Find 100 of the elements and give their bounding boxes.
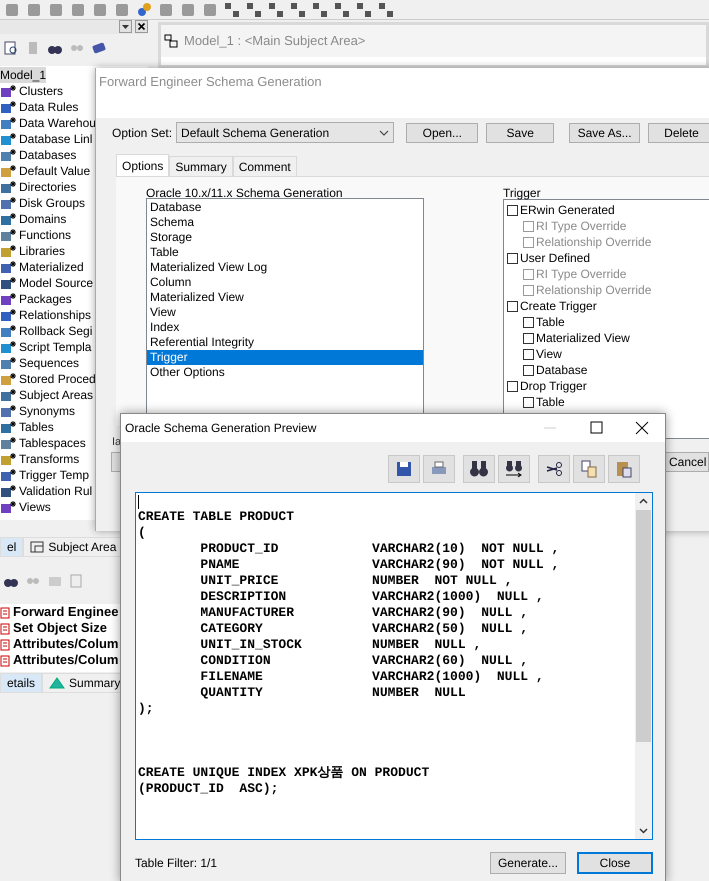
list-item[interactable]: Referential Integrity: [147, 335, 423, 350]
dialog-button[interactable]: Delete: [648, 122, 709, 142]
tree-item[interactable]: Subject Areas: [0, 387, 94, 403]
tree-item[interactable]: Model Source: [0, 275, 94, 291]
checkbox[interactable]: ERwin Generated: [507, 202, 709, 218]
tree-item[interactable]: Database Linl: [0, 131, 92, 147]
object-icon: [0, 388, 16, 402]
code-editor[interactable]: [135, 492, 653, 840]
grid-icon[interactable]: [224, 2, 240, 18]
list-item[interactable]: Table: [147, 245, 423, 260]
print-button[interactable]: [423, 455, 455, 483]
list-item[interactable]: Trigger: [147, 350, 423, 365]
tab[interactable]: el: [0, 537, 24, 557]
field-label: Option Set:: [112, 124, 172, 142]
tree-item[interactable]: Rollback Segi: [0, 323, 92, 339]
tree-item[interactable]: Transforms: [0, 451, 80, 467]
triangle-icon: [49, 677, 66, 689]
object-icon: [0, 212, 16, 226]
tree-item[interactable]: Directories: [0, 179, 76, 195]
shapes-icon[interactable]: [136, 2, 152, 18]
object-icon: [0, 84, 16, 98]
dialog-button[interactable]: Save As...: [569, 122, 640, 142]
list-item[interactable]: Schema: [147, 215, 423, 230]
tab[interactable]: Options: [116, 154, 170, 176]
tree-item[interactable]: Libraries: [0, 243, 66, 259]
tree-item[interactable]: Clusters: [0, 83, 64, 99]
list-item[interactable]: Column: [147, 275, 423, 290]
tree-item[interactable]: Sequences: [0, 355, 80, 371]
dialog-button[interactable]: Close: [577, 852, 653, 874]
tree-item[interactable]: Relationships: [0, 307, 92, 323]
grid-icon[interactable]: [356, 2, 372, 18]
list-item[interactable]: View: [147, 305, 423, 320]
paste-button[interactable]: [608, 455, 640, 483]
tree-item[interactable]: Trigger Temp: [0, 467, 90, 483]
list-item[interactable]: Storage: [147, 230, 423, 245]
object-icon: [0, 420, 16, 434]
tree-item[interactable]: Tables: [0, 419, 54, 435]
checkbox[interactable]: View: [507, 346, 709, 362]
dialog-button[interactable]: Open...: [406, 122, 478, 142]
close-button[interactable]: [135, 20, 148, 33]
tree-item[interactable]: Script Templa: [0, 339, 92, 355]
grid-icon[interactable]: [268, 2, 284, 18]
list-item[interactable]: Database: [147, 200, 423, 215]
tree-item[interactable]: Packages: [0, 291, 72, 307]
dropdown-field[interactable]: Default Schema Generation: [176, 122, 394, 143]
find-button[interactable]: [463, 455, 495, 483]
object-icon: [0, 100, 16, 114]
object-icon: [0, 116, 16, 130]
tab[interactable]: Summary: [169, 156, 233, 176]
checkbox[interactable]: Database: [507, 362, 709, 378]
tree-item[interactable]: Disk Groups: [0, 195, 86, 211]
dialog-button[interactable]: [111, 452, 121, 472]
tree-item[interactable]: Synonyms: [0, 403, 76, 419]
cancel-button[interactable]: Cancel: [663, 452, 709, 472]
save-button[interactable]: [388, 455, 420, 483]
checkbox[interactable]: Materialized View: [507, 330, 709, 346]
code-line: );: [138, 701, 155, 717]
tab[interactable]: etails: [0, 673, 42, 693]
list-item[interactable]: Materialized View Log: [147, 260, 423, 275]
object-icon: [0, 308, 16, 322]
tree-item[interactable]: Materialized: [0, 259, 84, 275]
grid-icon[interactable]: [290, 2, 306, 18]
cut-button[interactable]: [538, 455, 570, 483]
tree-item[interactable]: Data Rules: [0, 99, 78, 115]
dialog-button[interactable]: Generate...: [490, 852, 566, 874]
object-icon: [0, 228, 16, 242]
copy-icon: [579, 459, 599, 479]
tab[interactable]: Comment: [232, 156, 297, 176]
checkbox[interactable]: User Defined: [507, 250, 709, 266]
tree-item[interactable]: Default Value: [0, 163, 90, 179]
diagram-icon: [164, 34, 178, 48]
list-item[interactable]: Other Options: [147, 365, 423, 380]
grid-icon[interactable]: [334, 2, 350, 18]
tree-item[interactable]: Databases: [0, 147, 76, 163]
checkbox[interactable]: Table: [507, 394, 709, 410]
replace-button[interactable]: [498, 455, 530, 483]
tree-item[interactable]: Validation Rul: [0, 483, 92, 499]
tree-item[interactable]: Model_1: [0, 67, 46, 83]
grid-icon[interactable]: [378, 2, 394, 18]
tree-item[interactable]: Tablespaces: [0, 435, 86, 451]
tree-item[interactable]: Views: [0, 499, 51, 515]
copy-button[interactable]: [573, 455, 605, 483]
dialog-button[interactable]: Save: [486, 122, 554, 142]
checkbox[interactable]: Create Trigger: [507, 298, 709, 314]
scrollbar-thumb[interactable]: [636, 510, 651, 742]
list-item[interactable]: Materialized View: [147, 290, 423, 305]
dropdown-button[interactable]: [119, 20, 132, 33]
tree-item[interactable]: Functions: [0, 227, 72, 243]
object-icon: [0, 260, 16, 274]
grid-icon[interactable]: [312, 2, 328, 18]
status-text: Table Filter: 1/1: [135, 855, 218, 872]
tree-item[interactable]: Domains: [0, 211, 66, 227]
code-line: CONDITION VARCHAR2(60) NULL ,: [199, 653, 530, 669]
checkbox[interactable]: Drop Trigger: [507, 378, 709, 394]
checkbox[interactable]: Table: [507, 314, 709, 330]
tree-item[interactable]: Data Warehou: [0, 115, 96, 131]
object-icon: [0, 164, 16, 178]
grid-icon[interactable]: [246, 2, 262, 18]
tree-item[interactable]: Stored Proced: [0, 371, 96, 387]
list-item[interactable]: Index: [147, 320, 423, 335]
